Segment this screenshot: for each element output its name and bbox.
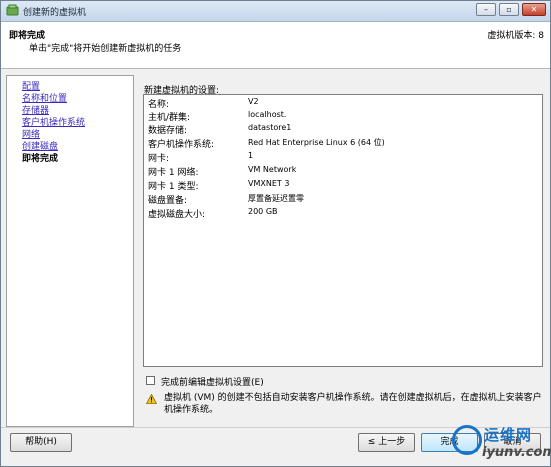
watermark-logo: 运维网 iyunv.com: [448, 421, 551, 466]
setting-key: 网卡:: [148, 154, 170, 164]
setting-key: 名称:: [148, 100, 170, 110]
setting-key: 客户机操作系统:: [148, 140, 215, 150]
setting-value: localhost.: [248, 110, 287, 119]
watermark-subtext: iyunv.com: [482, 445, 551, 460]
setting-key: 数据存储:: [148, 126, 188, 136]
close-button[interactable]: ✕: [522, 3, 546, 16]
setting-value: VMXNET 3: [248, 179, 290, 188]
setting-value: VM Network: [248, 165, 297, 174]
vm-version-label: 虚拟机版本: 8: [487, 31, 544, 41]
setting-value: 200 GB: [248, 207, 278, 216]
wizard-window: 创建新的虚拟机 – ▫ ✕ 即将完成 单击"完成"将开始创建新虚拟机的任务 虚拟…: [0, 0, 551, 467]
warning-message: 虚拟机 (VM) 的创建不包括自动安装客户机操作系统。请在创建虚拟机后，在虚拟机…: [164, 393, 542, 415]
help-button[interactable]: 帮助(H): [10, 433, 72, 452]
minimize-button[interactable]: –: [476, 3, 496, 16]
setting-key: 主机/群集:: [148, 113, 191, 123]
edit-settings-checkbox[interactable]: [146, 376, 155, 385]
nav-item-ready-to-complete: 即将完成: [22, 154, 59, 164]
setting-key: 磁盘置备:: [148, 196, 188, 206]
setting-value: V2: [248, 97, 259, 106]
setting-value: datastore1: [248, 123, 292, 132]
title-bar[interactable]: 创建新的虚拟机 – ▫ ✕: [1, 1, 550, 22]
setting-value: 厚置备延迟置零: [248, 194, 304, 203]
edit-settings-label[interactable]: 完成前编辑虚拟机设置(E): [161, 375, 264, 388]
page-title: 即将完成: [9, 31, 46, 41]
wizard-header: 即将完成 单击"完成"将开始创建新虚拟机的任务 虚拟机版本: 8: [1, 22, 550, 69]
back-button[interactable]: ≤ 上一步: [358, 433, 415, 452]
setting-key: 网卡 1 网络:: [148, 168, 199, 178]
window-title: 创建新的虚拟机: [23, 8, 87, 18]
maximize-button[interactable]: ▫: [499, 3, 519, 16]
vm-app-icon: [6, 4, 19, 16]
page-subtitle: 单击"完成"将开始创建新虚拟机的任务: [29, 44, 182, 54]
setting-key: 网卡 1 类型:: [148, 182, 199, 192]
wizard-step-list: 配置 名称和位置 存储器 客户机操作系统 网络 创建磁盘 即将完成: [6, 75, 134, 427]
setting-key: 虚拟磁盘大小:: [148, 210, 206, 220]
settings-summary-box: 名称: V2 主机/群集: localhost. 数据存储: datastore…: [143, 94, 543, 367]
watermark-circle: [452, 425, 482, 455]
setting-value: Red Hat Enterprise Linux 6 (64 位): [248, 138, 385, 147]
watermark-text: 运维网: [484, 426, 533, 444]
setting-value: 1: [248, 151, 254, 160]
warning-icon: [146, 394, 157, 404]
